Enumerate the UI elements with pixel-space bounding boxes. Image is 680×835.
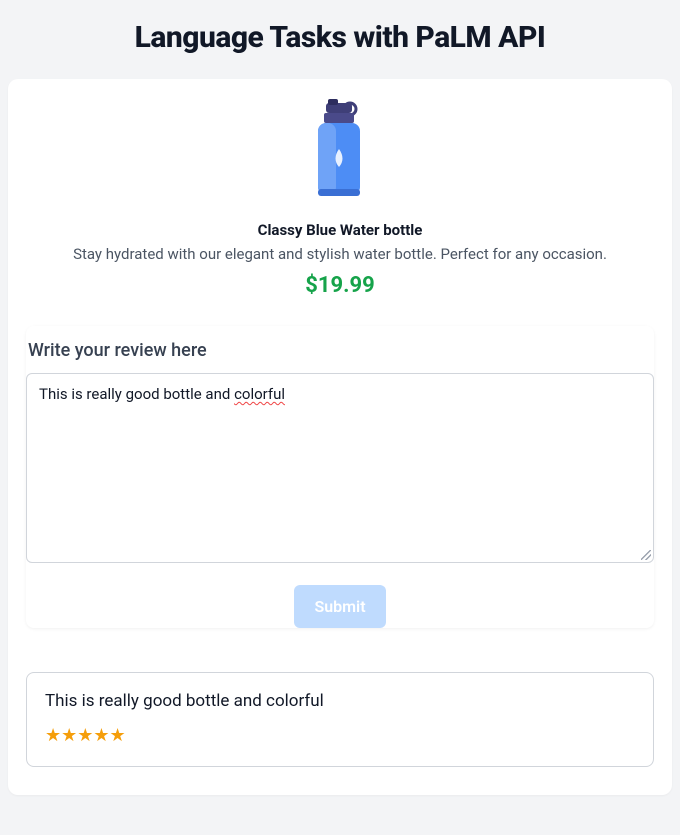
- product-name: Classy Blue Water bottle: [26, 221, 654, 239]
- product-description: Stay hydrated with our elegant and styli…: [26, 245, 654, 263]
- product-price: $19.99: [26, 273, 654, 298]
- review-section: Write your review here This is really go…: [26, 326, 654, 628]
- result-card: This is really good bottle and colorful …: [26, 672, 654, 767]
- review-label: Write your review here: [26, 340, 654, 361]
- page-title: Language Tasks with PaLM API: [8, 20, 672, 55]
- main-card: Classy Blue Water bottle Stay hydrated w…: [8, 79, 672, 795]
- submit-button[interactable]: Submit: [294, 585, 385, 628]
- product-header: Classy Blue Water bottle Stay hydrated w…: [26, 97, 654, 298]
- review-text-spellword: colorful: [234, 385, 285, 403]
- review-text-prefix: This is really good bottle and: [39, 385, 234, 403]
- water-bottle-icon: [26, 97, 654, 207]
- review-input[interactable]: This is really good bottle and colorful: [26, 373, 654, 563]
- rating-stars: ★★★★★: [45, 725, 635, 746]
- result-text: This is really good bottle and colorful: [45, 691, 635, 711]
